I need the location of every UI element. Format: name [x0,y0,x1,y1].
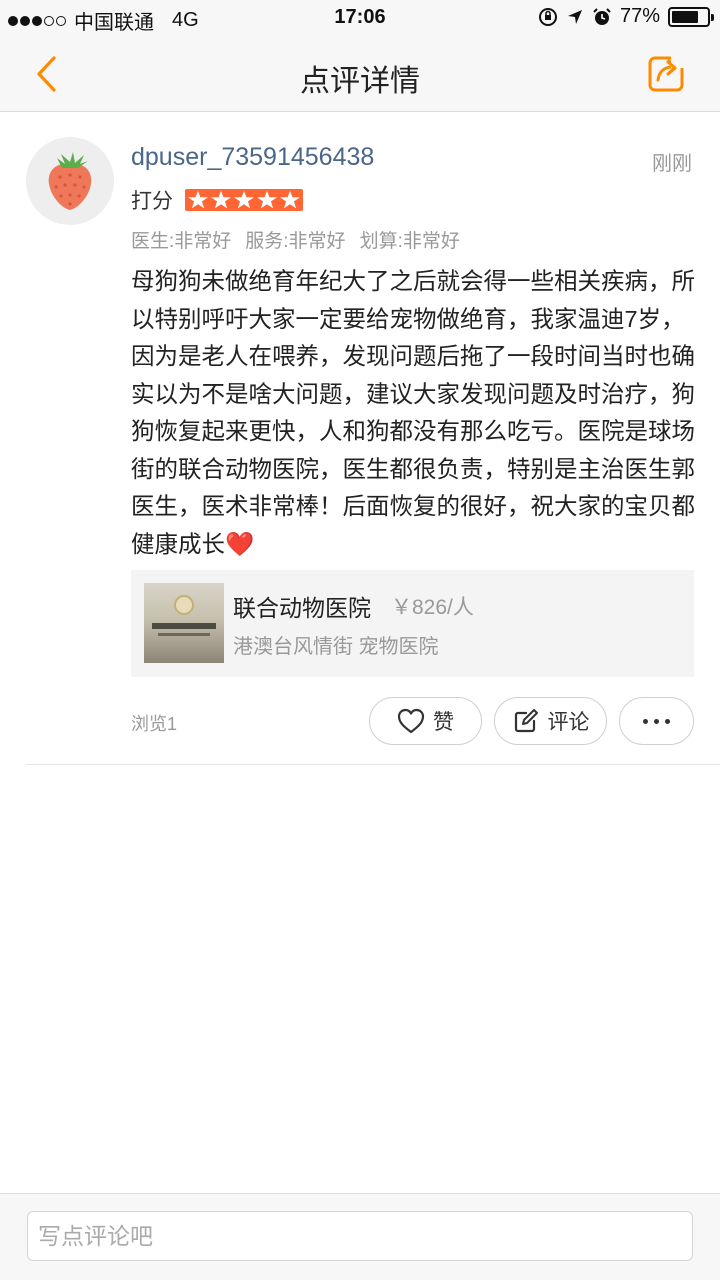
rating-row: 打分 [131,185,303,215]
shop-card[interactable]: 联合动物医院 ￥826/人 港澳台风情街 宠物医院 [131,570,694,677]
sub-score-doctor: 医生:非常好 [131,231,232,252]
heart-icon [397,708,425,734]
strawberry-icon [48,152,92,210]
comment-label: 评论 [547,711,590,734]
comment-button[interactable]: 评论 [494,697,607,745]
heart-emoji: ❤️ [225,530,255,557]
sub-scores: 医生:非常好 服务:非常好 划算:非常好 [131,226,460,253]
star-icon [187,190,209,209]
view-count: 浏览1 [131,714,178,734]
comment-input[interactable] [27,1211,693,1261]
battery-percent: 77% [619,5,660,27]
star-icon [256,190,278,209]
avatar[interactable] [26,137,114,225]
like-label: 赞 [433,711,454,734]
star-rating [185,189,303,211]
more-icon [643,718,670,724]
shop-meta: 港澳台风情街 宠物医院 [233,636,439,658]
post-time: 刚刚 [652,153,692,175]
sub-score-value: 划算:非常好 [359,231,460,252]
star-icon [210,190,232,209]
star-icon [279,190,301,209]
page-title: 点评详情 [300,65,420,98]
like-button[interactable]: 赞 [369,697,482,745]
status-right: 77% [538,5,714,28]
shop-price: ￥826/人 [391,596,474,619]
shop-name: 联合动物医院 [233,595,371,621]
alarm-icon [593,7,611,25]
bottom-comment-bar [0,1193,720,1280]
rotation-lock-icon [538,7,557,26]
shop-photo [144,583,224,663]
share-button[interactable] [646,52,690,96]
star-icon [233,190,255,209]
status-bar: 中国联通 4G 17:06 77% [0,0,720,36]
username[interactable]: dpuser_73591456438 [131,143,374,172]
rating-label: 打分 [131,190,173,213]
location-icon [567,9,582,24]
divider [26,764,720,765]
review-body: 母狗狗未做绝育年纪大了之后就会得一些相关疾病，所以特别呼吁大家一定要给宠物做绝育… [131,268,695,557]
battery-icon [668,6,714,27]
review-text: 母狗狗未做绝育年纪大了之后就会得一些相关疾病，所以特别呼吁大家一定要给宠物做绝育… [131,263,696,563]
sub-score-service: 服务:非常好 [245,231,346,252]
share-icon [648,56,685,92]
nav-bar: 点评详情 [0,36,720,112]
edit-comment-icon [514,709,538,733]
more-button[interactable] [619,697,694,745]
